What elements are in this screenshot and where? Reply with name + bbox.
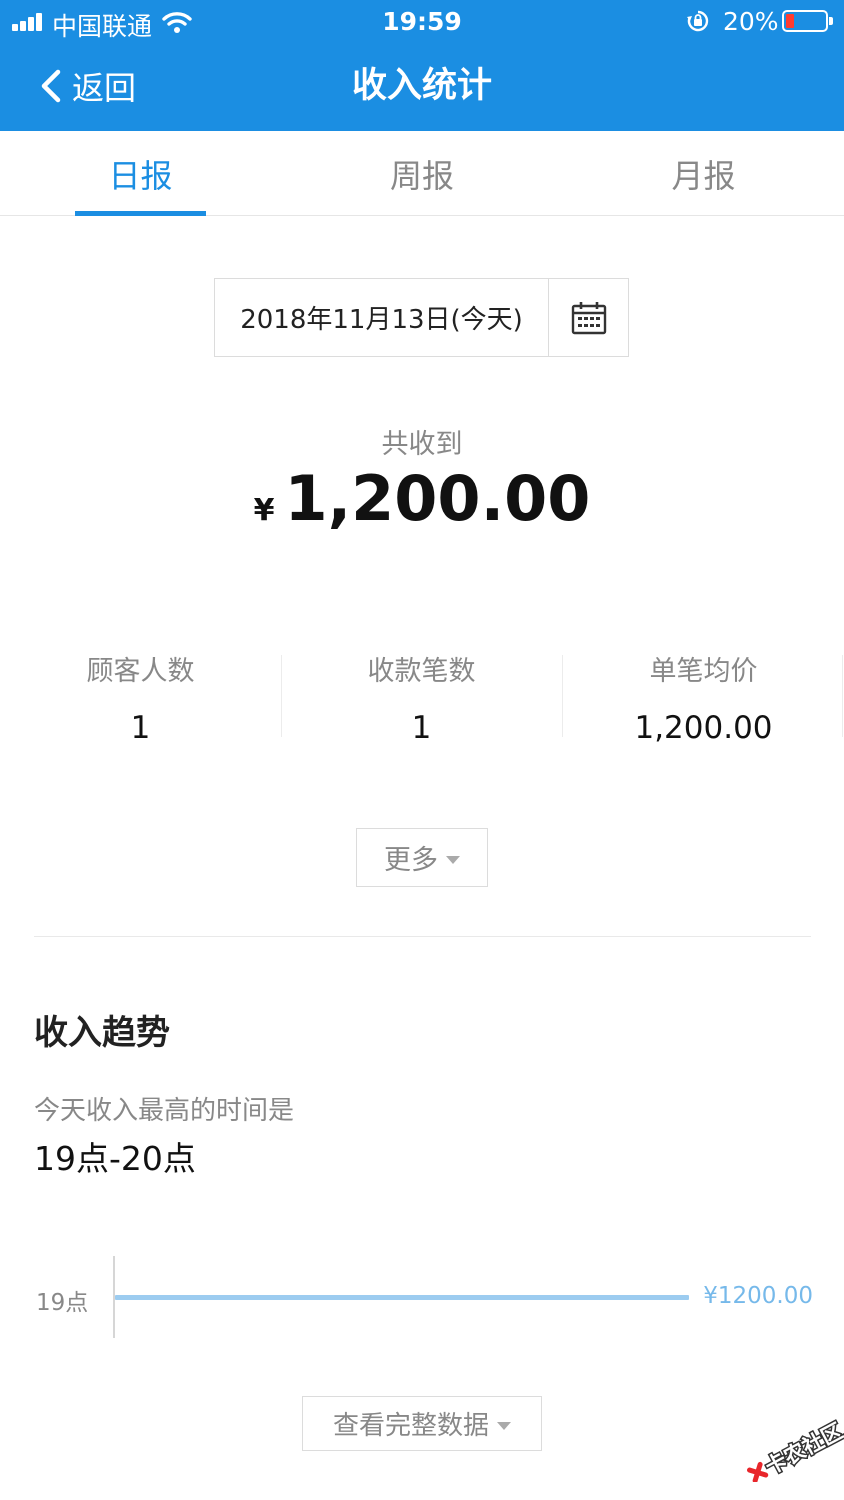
stat-value: 1 — [130, 710, 151, 746]
chart-value-label: ¥1200.00 — [703, 1283, 813, 1309]
currency-symbol: ¥ — [253, 493, 275, 528]
stat-label: 顾客人数 — [86, 656, 195, 687]
amount-value: 1,200.00 — [284, 462, 591, 535]
battery-percent: 20% — [723, 7, 779, 36]
tab-monthly[interactable]: 月报 — [563, 131, 844, 216]
stat-transactions: 收款笔数 1 — [281, 645, 562, 755]
date-picker[interactable]: 2018年11月13日(今天) — [214, 278, 629, 357]
stat-label: 收款笔数 — [367, 656, 476, 687]
report-tabs: 日报 周报 月报 — [0, 131, 844, 216]
chart-hour-label: 19点 — [36, 1290, 89, 1316]
caret-down-icon — [497, 1421, 511, 1430]
app-header: 中国联通 19:59 20% 返回 收入统计 — [0, 0, 844, 131]
total-label: 共收到 — [381, 429, 463, 460]
svg-text:卡农社区: 卡农社区 — [761, 1419, 844, 1480]
total-amount: ¥ 1,200.00 — [0, 462, 844, 535]
stat-customers: 顾客人数 1 — [0, 645, 281, 755]
stat-divider — [842, 655, 843, 737]
watermark-logo: 卡农社区 — [747, 1417, 844, 1482]
peak-time-value: 19点-20点 — [34, 1139, 196, 1178]
stat-value: 1 — [411, 710, 432, 746]
more-label: 更多 — [384, 845, 438, 876]
trend-title: 收入趋势 — [34, 1013, 170, 1053]
status-bar: 中国联通 19:59 20% — [0, 0, 844, 44]
section-divider — [34, 936, 811, 937]
more-button[interactable]: 更多 — [356, 828, 488, 887]
chart-bar — [115, 1295, 689, 1300]
stat-average: 单笔均价 1,200.00 — [563, 645, 844, 755]
calendar-button[interactable] — [549, 279, 628, 356]
tab-daily[interactable]: 日报 — [0, 131, 281, 216]
calendar-icon — [571, 301, 606, 334]
view-full-data-label: 查看完整数据 — [332, 1411, 489, 1441]
peak-time-label: 今天收入最高的时间是 — [34, 1096, 295, 1126]
stat-label: 单笔均价 — [649, 656, 758, 687]
status-time: 19:59 — [382, 7, 462, 36]
rotation-lock-icon — [687, 10, 709, 32]
tab-weekly[interactable]: 周报 — [281, 131, 563, 216]
active-tab-indicator — [75, 211, 206, 216]
battery-icon — [782, 10, 833, 32]
stat-value: 1,200.00 — [634, 710, 773, 746]
view-full-data-button[interactable]: 查看完整数据 — [302, 1396, 542, 1451]
trend-chart: 19点 ¥1200.00 — [0, 1240, 844, 1350]
date-value[interactable]: 2018年11月13日(今天) — [215, 279, 548, 356]
page-title: 收入统计 — [351, 66, 492, 106]
caret-down-icon — [446, 855, 460, 864]
